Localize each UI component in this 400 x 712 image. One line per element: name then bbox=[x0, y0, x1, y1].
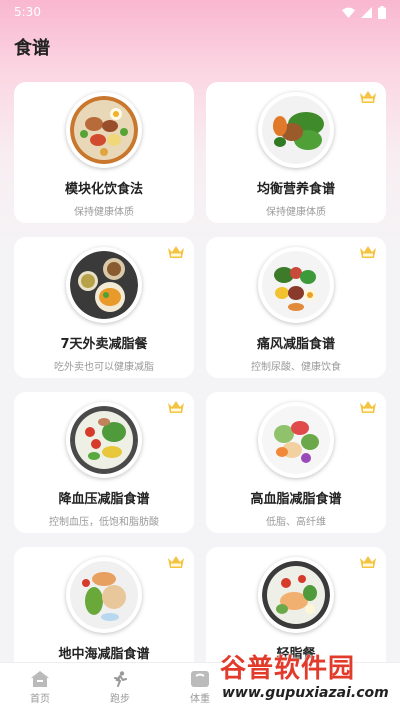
home-icon bbox=[31, 670, 49, 687]
status-bar: 5:30 bbox=[0, 0, 400, 24]
recipe-grid: 模块化饮食法 保持健康体质 均衡营养食谱 保持健康体质 7天外卖减脂餐 吃外卖也… bbox=[14, 82, 386, 688]
scale-icon bbox=[191, 670, 209, 687]
vip-crown-icon bbox=[360, 91, 376, 103]
wifi-icon bbox=[342, 7, 355, 18]
tab-label: 体重 bbox=[190, 693, 210, 705]
recipe-image bbox=[66, 557, 142, 633]
recipe-card[interactable]: 降血压减脂食谱 控制血压，低饱和脂肪酸 bbox=[14, 392, 194, 533]
running-icon bbox=[114, 670, 127, 687]
recipe-card[interactable]: 模块化饮食法 保持健康体质 bbox=[14, 82, 194, 223]
recipe-card[interactable]: 高血脂减脂食谱 低脂、高纤维 bbox=[206, 392, 386, 533]
tab-home[interactable]: 首页 bbox=[0, 663, 80, 712]
tab-label: 跑步 bbox=[110, 693, 130, 705]
vip-crown-icon bbox=[360, 246, 376, 258]
recipe-title: 高血脂减脂食谱 bbox=[250, 492, 342, 507]
recipe-image bbox=[258, 557, 334, 633]
recipe-card[interactable]: 7天外卖减脂餐 吃外卖也可以健康减脂 bbox=[14, 237, 194, 378]
recipe-image bbox=[66, 402, 142, 478]
recipe-subtitle: 保持健康体质 bbox=[74, 207, 134, 218]
recipe-image bbox=[258, 247, 334, 323]
recipe-image bbox=[66, 92, 142, 168]
recipe-image bbox=[258, 402, 334, 478]
watermark-brand: 谷普软件园 bbox=[220, 654, 356, 684]
vip-crown-icon bbox=[168, 401, 184, 413]
recipe-image bbox=[258, 92, 334, 168]
watermark: 谷普软件园 www.gupuxiazai.com bbox=[220, 648, 396, 706]
recipe-subtitle: 控制尿酸、健康饮食 bbox=[251, 362, 341, 373]
signal-icon bbox=[361, 6, 372, 18]
tab-running[interactable]: 跑步 bbox=[80, 663, 160, 712]
recipe-title: 均衡营养食谱 bbox=[256, 182, 335, 197]
vip-crown-icon bbox=[168, 556, 184, 568]
watermark-url: www.gupuxiazai.com bbox=[222, 685, 389, 701]
recipe-title: 降血压减脂食谱 bbox=[58, 492, 150, 507]
vip-crown-icon bbox=[360, 556, 376, 568]
recipe-title: 地中海减脂食谱 bbox=[58, 647, 150, 662]
recipe-subtitle: 吃外卖也可以健康减脂 bbox=[54, 362, 154, 373]
vip-crown-icon bbox=[168, 246, 184, 258]
status-time: 5:30 bbox=[14, 5, 41, 19]
recipe-title: 痛风减脂食谱 bbox=[256, 337, 335, 352]
battery-icon bbox=[378, 5, 386, 19]
recipe-title: 模块化饮食法 bbox=[64, 182, 143, 197]
recipe-image bbox=[66, 247, 142, 323]
tab-label: 首页 bbox=[30, 693, 50, 705]
recipe-card[interactable]: 痛风减脂食谱 控制尿酸、健康饮食 bbox=[206, 237, 386, 378]
recipe-title: 7天外卖减脂餐 bbox=[60, 337, 148, 352]
recipe-subtitle: 控制血压，低饱和脂肪酸 bbox=[49, 517, 159, 528]
page-title: 食谱 bbox=[14, 38, 50, 59]
recipe-subtitle: 保持健康体质 bbox=[266, 207, 326, 218]
recipe-card[interactable]: 均衡营养食谱 保持健康体质 bbox=[206, 82, 386, 223]
vip-crown-icon bbox=[360, 401, 376, 413]
recipe-subtitle: 低脂、高纤维 bbox=[266, 517, 326, 528]
status-icons bbox=[342, 5, 386, 19]
